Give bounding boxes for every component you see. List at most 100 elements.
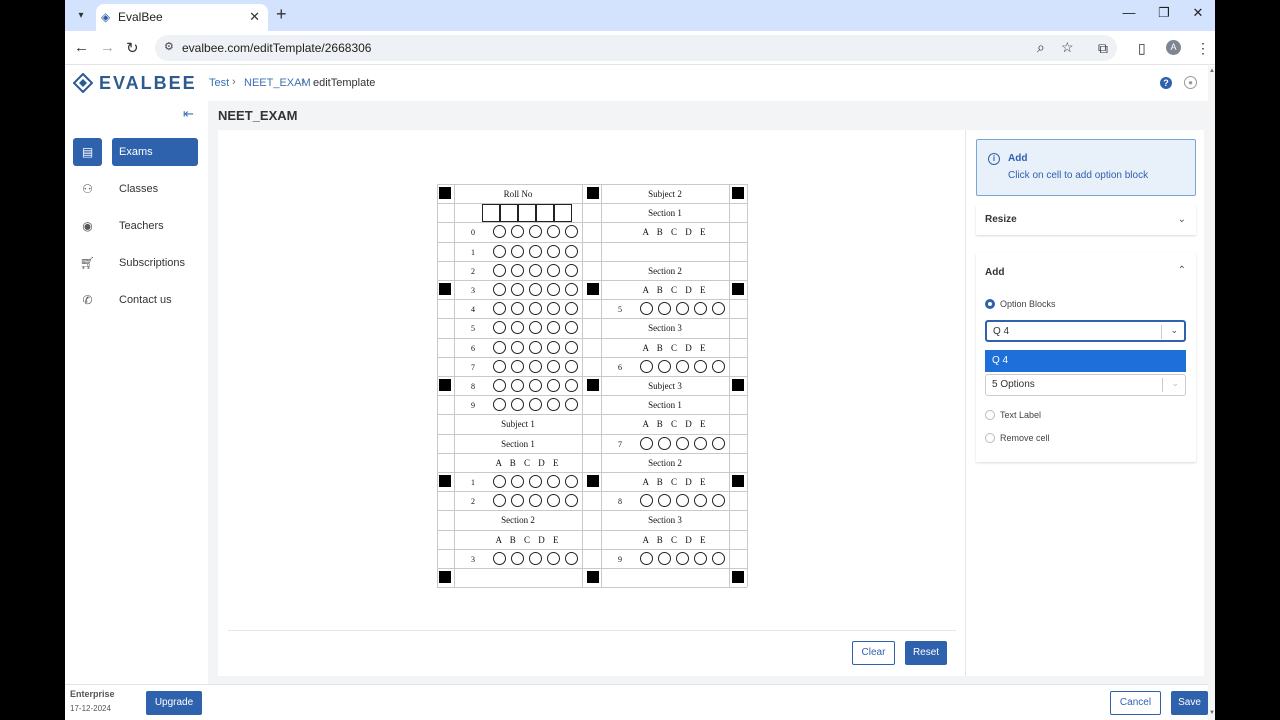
sidebar-item-label: Exams xyxy=(112,138,198,166)
section-label: Section 1 xyxy=(648,400,682,411)
sidebar-item-label: Classes xyxy=(119,183,159,195)
save-button[interactable]: Save xyxy=(1171,691,1208,715)
close-tab-icon[interactable]: ✕ xyxy=(249,9,260,25)
roll-digit-label: 0 xyxy=(471,228,475,238)
info-alert: i Add Click on cell to add option block xyxy=(976,139,1196,196)
plan-date: 17-12-2024 xyxy=(70,704,111,713)
sidebar-item-label: Subscriptions xyxy=(119,257,186,269)
logo-text[interactable]: EVALBEE xyxy=(99,73,197,94)
reload-icon[interactable]: ↻ xyxy=(126,39,139,57)
dropdown-option-q4[interactable]: Q 4 xyxy=(985,350,1186,372)
roll-digit-label: 5 xyxy=(471,324,475,334)
back-icon[interactable]: ← xyxy=(74,39,89,56)
scroll-up-icon[interactable]: ▲ xyxy=(1209,68,1215,74)
option-blocks-label: Option Blocks xyxy=(1000,299,1056,309)
option-bubble xyxy=(547,283,560,296)
add-accordion: Add ⌃ Option Blocks Q 4 ⌄ 5 Options ⌄ Q … xyxy=(976,253,1196,462)
roll-digit-label: 7 xyxy=(471,362,475,372)
option-bubble xyxy=(694,302,707,316)
option-bubble xyxy=(712,359,725,373)
section-label: Section 2 xyxy=(648,265,682,276)
omr-sheet[interactable]: Roll No 0 1 2 3 4 5 6 7 8 9 Subject 1 Section 1 A B C… xyxy=(437,184,748,589)
sidebar-item-subscriptions[interactable]: 🛒︎ Subscriptions xyxy=(73,249,199,277)
option-bubble xyxy=(493,244,506,258)
question-number: 3 xyxy=(471,554,475,564)
new-tab-icon[interactable]: + xyxy=(276,4,287,25)
option-bubble xyxy=(712,551,725,565)
reset-button[interactable]: Reset xyxy=(905,641,947,665)
remove-cell-radio[interactable] xyxy=(985,433,995,443)
side-panel-icon[interactable]: ▯ xyxy=(1138,40,1146,57)
options-count-select[interactable]: 5 Options ⌄ xyxy=(985,374,1186,396)
option-bubble xyxy=(529,398,542,412)
tab-search-icon[interactable]: ▾ xyxy=(71,6,91,26)
add-title[interactable]: Add xyxy=(985,267,1004,278)
help-icon[interactable]: ? xyxy=(1160,77,1172,89)
alignment-marker xyxy=(439,475,451,487)
sidebar-item-teachers[interactable]: ◉ Teachers xyxy=(73,212,199,240)
app-header: EVALBEE Test › NEET_EXAM › editTemplate … xyxy=(65,66,1215,101)
window-close-icon[interactable]: ✕ xyxy=(1186,5,1210,25)
url-text[interactable]: evalbee.com/editTemplate/2668306 xyxy=(182,41,371,55)
grid-line xyxy=(437,529,747,531)
breadcrumb-test[interactable]: Test xyxy=(209,77,229,89)
grid-line xyxy=(437,395,747,397)
option-bubble xyxy=(493,302,506,316)
omnibox[interactable]: ⚙ evalbee.com/editTemplate/2668306 ⌕ ☆ xyxy=(155,35,1117,61)
sidebar-item-exams[interactable]: ▤ Exams xyxy=(73,138,199,166)
resize-accordion[interactable]: Resize ⌄ xyxy=(976,205,1196,235)
grid-line xyxy=(729,184,730,588)
option-bubble xyxy=(547,244,560,258)
scroll-down-icon[interactable]: ▼ xyxy=(1209,710,1215,716)
option-bubble xyxy=(676,494,689,508)
question-select[interactable]: Q 4 ⌄ xyxy=(985,320,1186,342)
tab-title: EvalBee xyxy=(118,10,163,24)
question-number: 8 xyxy=(618,497,622,507)
sidebar-item-contact[interactable]: ✆ Contact us xyxy=(73,286,199,314)
page-scrollbar[interactable] xyxy=(1208,66,1215,720)
text-label-radio[interactable] xyxy=(985,410,995,420)
option-letters: A B C D E xyxy=(495,457,559,468)
browser-window: ▾ ◈ EvalBee ✕ + — ❐ ✕ ← → ↻ ⚙ evalbee.co… xyxy=(65,0,1215,720)
browser-tab[interactable]: ◈ EvalBee ✕ xyxy=(96,4,268,31)
clear-button[interactable]: Clear xyxy=(852,641,895,665)
option-bubble xyxy=(547,398,560,412)
grid-line xyxy=(437,241,747,243)
upgrade-button[interactable]: Upgrade xyxy=(146,691,202,715)
option-bubble xyxy=(511,244,524,258)
roll-digit-label: 9 xyxy=(471,401,475,411)
option-bubble xyxy=(493,321,506,335)
option-bubble xyxy=(493,359,506,373)
option-letters: A B C D E xyxy=(642,477,706,487)
options-select-value: 5 Options xyxy=(992,379,1035,390)
sidebar-item-classes[interactable]: ⚇ Classes xyxy=(73,175,199,203)
cancel-button[interactable]: Cancel xyxy=(1110,691,1161,715)
restore-icon[interactable]: ❐ xyxy=(1152,5,1176,25)
evalbee-logo-icon[interactable] xyxy=(73,73,93,93)
question-number: 7 xyxy=(618,439,622,449)
profile-avatar[interactable]: A xyxy=(1166,40,1181,55)
grid-line xyxy=(437,356,747,358)
option-blocks-radio[interactable] xyxy=(985,299,995,309)
option-bubble xyxy=(511,340,524,354)
grid-line xyxy=(601,184,602,588)
divider xyxy=(228,630,956,631)
zoom-icon[interactable]: ⌕ xyxy=(1037,39,1045,56)
chevron-up-icon[interactable]: ⌃ xyxy=(1178,265,1186,276)
sidebar: ⇤ ▤ Exams ⚇ Classes ◉ Teachers 🛒︎ Subscr… xyxy=(65,101,208,684)
option-bubble xyxy=(565,379,578,392)
user-account-icon[interactable]: ● xyxy=(1184,76,1197,89)
forward-icon[interactable]: → xyxy=(100,39,115,56)
option-bubble xyxy=(565,494,578,508)
option-bubble xyxy=(658,436,671,450)
chevron-down-icon: ⌄ xyxy=(1170,325,1178,335)
site-settings-icon[interactable]: ⚙ xyxy=(164,40,174,53)
option-bubble xyxy=(511,225,524,239)
minimize-icon[interactable]: — xyxy=(1117,5,1141,25)
more-menu-icon[interactable]: ⋮ xyxy=(1196,40,1210,57)
resize-title: Resize xyxy=(985,214,1017,225)
extensions-icon[interactable]: ⧉ xyxy=(1098,40,1108,57)
template-canvas[interactable]: Roll No 0 1 2 3 4 5 6 7 8 9 Subject 1 Section 1 A B C… xyxy=(218,130,966,676)
bookmark-star-icon[interactable]: ☆ xyxy=(1061,39,1074,56)
collapse-sidebar-icon[interactable]: ⇤ xyxy=(183,106,194,122)
